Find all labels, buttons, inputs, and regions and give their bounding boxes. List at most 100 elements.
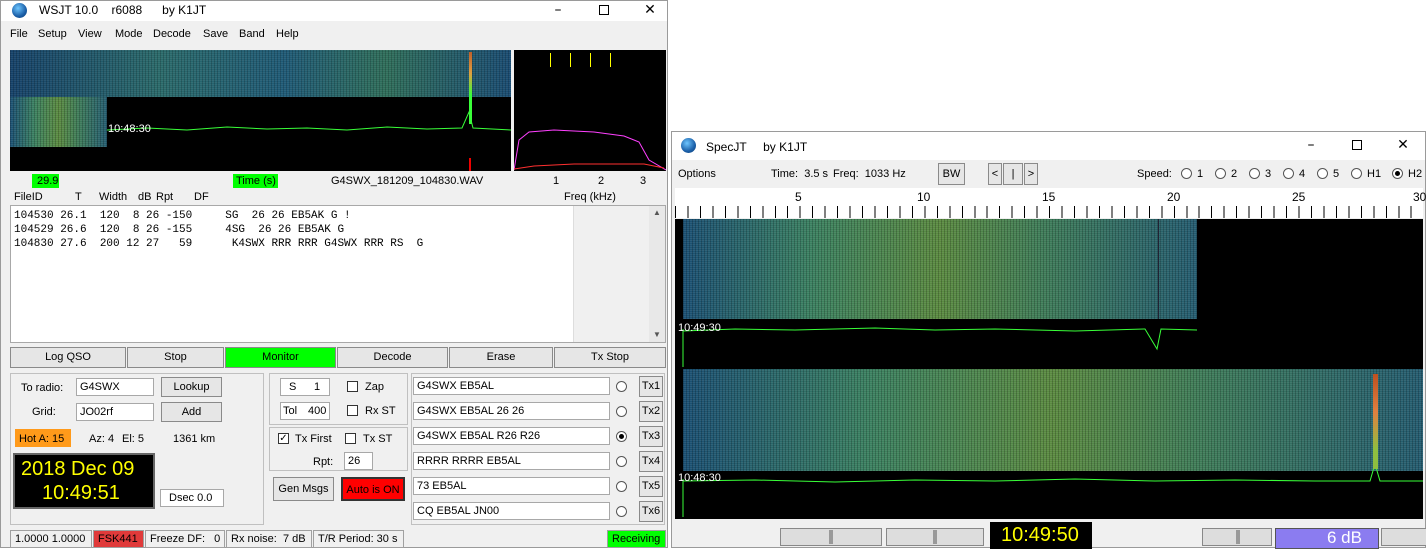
decode-button[interactable]: Decode — [337, 347, 448, 368]
spec-time: Time: 3.5 s — [771, 168, 829, 180]
nav-center-button[interactable]: | — [1003, 163, 1023, 185]
wsjt-main-waterfall[interactable]: 10:48:30 — [10, 50, 511, 171]
decode-line: 104830 27.6 200 12 27 59 K4SWX RRR RRR G… — [14, 238, 424, 250]
speed-radio-3[interactable] — [1249, 168, 1260, 179]
specjt-waterfall[interactable]: 10:49:30 10:48:30 — [675, 219, 1423, 519]
speed-radio-h2[interactable] — [1392, 168, 1403, 179]
specjt-titlebar: SpecJT by K1JT – ✕ — [672, 132, 1425, 160]
hot-a-label: Hot A: 15 — [19, 433, 65, 445]
rx-st-label: Rx ST — [365, 405, 396, 417]
wsjt-title: WSJT 10.0 r6088 by K1JT — [39, 3, 207, 17]
log-qso-button[interactable]: Log QSO — [10, 347, 126, 368]
minimize-icon[interactable]: – — [535, 1, 581, 21]
close-icon[interactable]: ✕ — [627, 1, 673, 21]
speed-radio-2[interactable] — [1215, 168, 1226, 179]
auto-on-button[interactable]: Auto is ON — [341, 477, 405, 501]
signal-streak — [1373, 374, 1378, 469]
speed-label-4: 4 — [1299, 168, 1306, 180]
status-mode: FSK441 — [93, 530, 144, 548]
slider-1[interactable] — [780, 528, 882, 546]
tx1-radio[interactable] — [616, 381, 627, 392]
zap-checkbox[interactable] — [347, 381, 358, 392]
tx5-button[interactable]: Tx5 — [639, 476, 663, 497]
menu-file[interactable]: File — [10, 28, 28, 40]
nav-left-button[interactable]: < — [988, 163, 1002, 185]
bw-button[interactable]: BW — [938, 163, 965, 185]
maximize-icon[interactable] — [581, 1, 627, 21]
specjt-close-icon[interactable]: ✕ — [1380, 136, 1426, 156]
menu-help[interactable]: Help — [276, 28, 299, 40]
tx-first-checkbox[interactable]: ✓ — [278, 433, 289, 444]
azimuth: Az: 4 — [89, 433, 115, 445]
scroll-track[interactable] — [649, 206, 665, 342]
scroll-up-icon[interactable]: ▲ — [653, 208, 661, 217]
menu-mode[interactable]: Mode — [115, 28, 143, 40]
tx2-message[interactable]: G4SWX EB5AL 26 26 — [413, 402, 610, 420]
vertical-artifact — [1158, 219, 1159, 319]
tx3-message[interactable]: G4SWX EB5AL R26 R26 — [413, 427, 610, 445]
scale-10: 10 — [917, 190, 931, 204]
scale-minor-ticks — [675, 206, 1423, 218]
s-value: 1 — [314, 381, 321, 393]
tx6-radio[interactable] — [616, 506, 627, 517]
tx2-button[interactable]: Tx2 — [639, 401, 663, 422]
date-display: 2018 Dec 09 — [21, 458, 135, 480]
wf-time-bottom: 10:48:30 — [678, 472, 721, 484]
speed-radio-5[interactable] — [1317, 168, 1328, 179]
rx-st-checkbox[interactable] — [347, 405, 358, 416]
speed-radio-h1[interactable] — [1351, 168, 1362, 179]
s-field[interactable]: S 1 — [280, 378, 330, 396]
tx4-button[interactable]: Tx4 — [639, 451, 663, 472]
nav-right-button[interactable]: > — [1024, 163, 1038, 185]
tx4-message[interactable]: RRRR RRRR EB5AL — [413, 452, 610, 470]
menu-view[interactable]: View — [78, 28, 102, 40]
tx5-radio[interactable] — [616, 481, 627, 492]
status-levels: 1.0000 1.0000 — [10, 530, 92, 548]
tx4-radio[interactable] — [616, 456, 627, 467]
erase-button[interactable]: Erase — [449, 347, 553, 368]
tx3-button[interactable]: Tx3 — [639, 426, 663, 447]
add-button[interactable]: Add — [161, 402, 222, 422]
tx3-radio[interactable] — [616, 431, 627, 442]
lookup-button[interactable]: Lookup — [161, 377, 222, 397]
slider-4[interactable] — [1381, 528, 1426, 546]
tx5-message[interactable]: 73 EB5AL — [413, 477, 610, 495]
to-radio-input[interactable]: G4SWX — [76, 378, 154, 396]
speed-label-1: 1 — [1197, 168, 1204, 180]
tx-stop-button[interactable]: Tx Stop — [554, 347, 666, 368]
grid-input[interactable]: JO02rf — [76, 403, 154, 421]
tx6-message[interactable]: CQ EB5AL JN00 — [413, 502, 610, 520]
specjt-maximize-icon[interactable] — [1334, 136, 1380, 156]
menu-setup[interactable]: Setup — [38, 28, 67, 40]
tx6-button[interactable]: Tx6 — [639, 501, 663, 522]
tx-st-checkbox[interactable] — [345, 433, 356, 444]
spec-freq: Freq: 1033 Hz — [833, 168, 906, 180]
status-tr-period: T/R Period: 30 s — [313, 530, 404, 548]
waterfall-image-left — [10, 97, 107, 147]
decode-text-area[interactable]: 104530 26.1 120 8 26 -150 SG 26 26 EB5AK… — [10, 205, 666, 343]
tx2-radio[interactable] — [616, 406, 627, 417]
menu-save[interactable]: Save — [203, 28, 228, 40]
rpt-input[interactable]: 26 — [344, 452, 373, 470]
options-menu[interactable]: Options — [678, 168, 716, 180]
monitor-button[interactable]: Monitor — [225, 347, 336, 368]
tx1-button[interactable]: Tx1 — [639, 376, 663, 397]
speed-radio-1[interactable] — [1181, 168, 1192, 179]
dsec-field[interactable]: Dsec 0.0 — [160, 489, 224, 507]
wsjt-spectrum — [514, 50, 666, 171]
freq-tick-1: 1 — [553, 175, 560, 187]
tol-label: Tol — [283, 405, 298, 417]
specjt-minimize-icon[interactable]: – — [1288, 136, 1334, 156]
tol-field[interactable]: Tol 400 — [280, 402, 330, 420]
slider-2[interactable] — [886, 528, 984, 546]
menu-band[interactable]: Band — [239, 28, 265, 40]
decode-line: 104530 26.1 120 8 26 -150 SG 26 26 EB5AK… — [14, 210, 351, 222]
gen-msgs-button[interactable]: Gen Msgs — [273, 477, 334, 501]
tx1-message[interactable]: G4SWX EB5AL — [413, 377, 610, 395]
stop-button[interactable]: Stop — [127, 347, 224, 368]
speed-radio-4[interactable] — [1283, 168, 1294, 179]
slider-3[interactable] — [1202, 528, 1272, 546]
tol-value: 400 — [308, 405, 327, 417]
scroll-down-icon[interactable]: ▼ — [653, 330, 661, 339]
menu-decode[interactable]: Decode — [153, 28, 191, 40]
